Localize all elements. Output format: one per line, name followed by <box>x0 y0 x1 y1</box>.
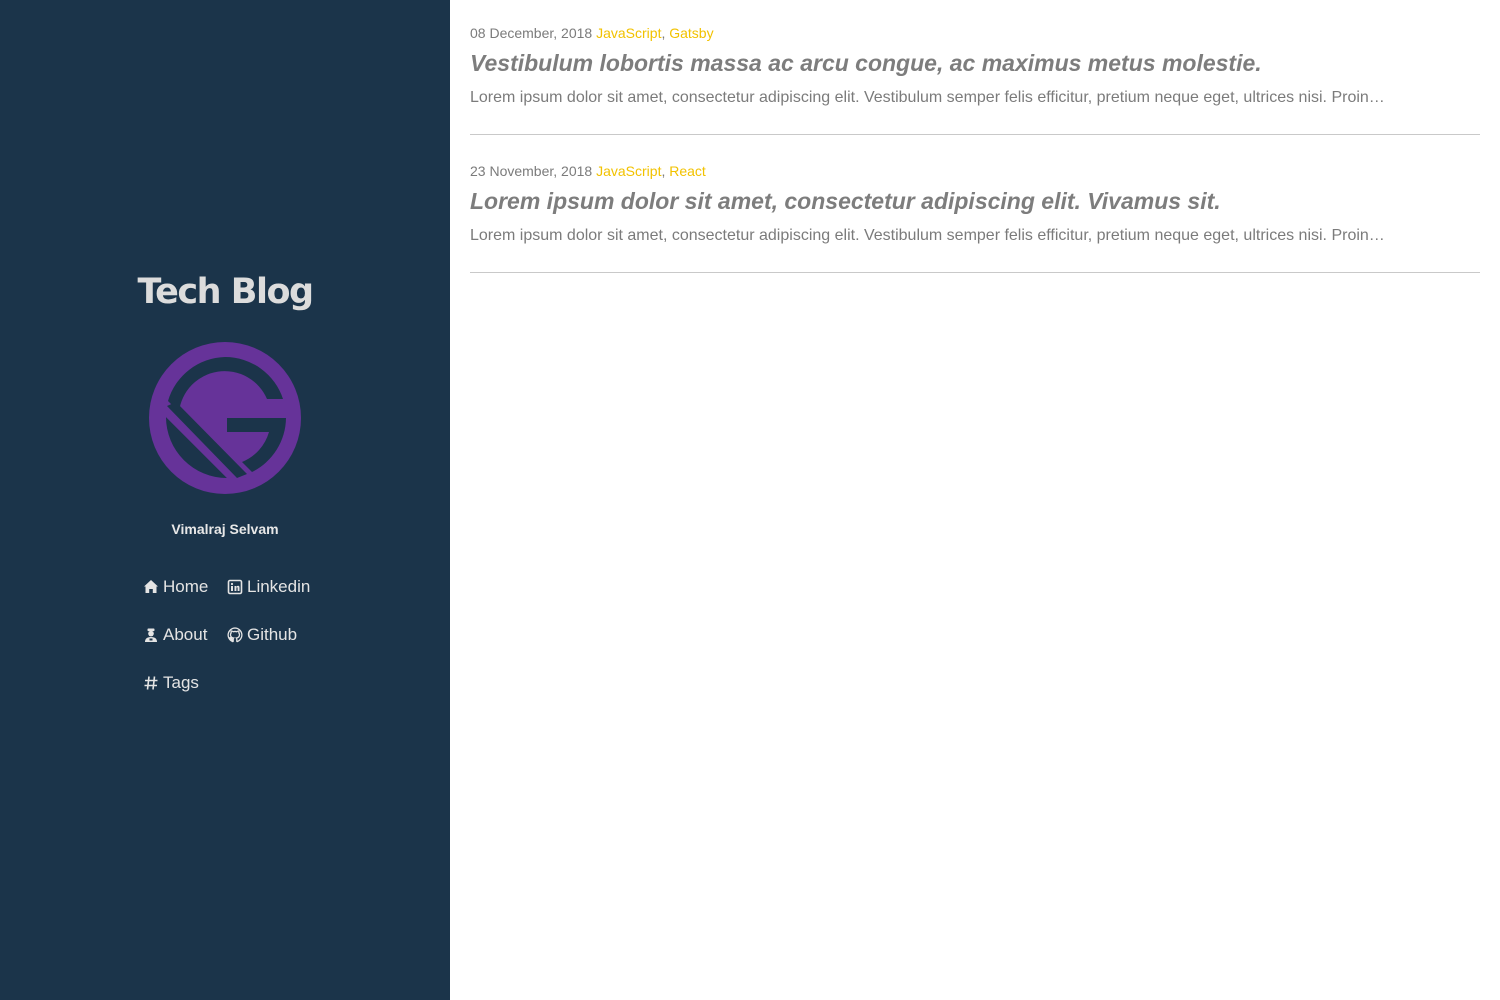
gatsby-logo[interactable] <box>149 342 301 494</box>
post-title[interactable]: Lorem ipsum dolor sit amet, consectetur … <box>470 188 1221 215</box>
nav-home[interactable]: Home <box>143 577 208 597</box>
nav-github-label: Github <box>247 625 298 644</box>
post-meta: 08 December, 2018 JavaScript, Gatsby <box>470 25 714 41</box>
post-tag[interactable]: Gatsby <box>669 25 713 41</box>
site-title[interactable]: Tech Blog <box>0 272 450 312</box>
tag-separator: , <box>661 25 666 41</box>
nav-github[interactable]: Github <box>227 625 297 645</box>
post-excerpt: Lorem ipsum dolor sit amet, consectetur … <box>470 227 1385 244</box>
sidebar: Tech Blog Vimalraj Selvam Home Linkedin <box>0 0 450 1000</box>
post-meta: 23 November, 2018 JavaScript, React <box>470 163 706 179</box>
author-name: Vimalraj Selvam <box>171 521 279 537</box>
nav-about-label: About <box>163 625 208 644</box>
post-date: 23 November, 2018 <box>470 163 593 179</box>
post-tag[interactable]: JavaScript <box>596 163 661 179</box>
github-icon <box>227 627 243 643</box>
nav-tags[interactable]: Tags <box>143 673 199 693</box>
post-tag[interactable]: React <box>669 163 706 179</box>
nav-home-label: Home <box>163 577 209 596</box>
post-excerpt: Lorem ipsum dolor sit amet, consectetur … <box>470 89 1385 106</box>
hash-icon <box>144 676 158 690</box>
post-date: 08 December, 2018 <box>470 25 593 41</box>
post-item: 08 December, 2018 JavaScript, Gatsby Ves… <box>470 0 1480 135</box>
nav-linkedin-label: Linkedin <box>247 577 311 596</box>
post-title[interactable]: Vestibulum lobortis massa ac arcu congue… <box>470 50 1262 77</box>
nav-linkedin[interactable]: Linkedin <box>227 577 310 597</box>
linkedin-icon <box>227 579 243 595</box>
user-icon <box>145 628 157 642</box>
post-tag[interactable]: JavaScript <box>596 25 661 41</box>
tag-separator: , <box>661 163 666 179</box>
home-icon <box>144 580 158 593</box>
post-item: 23 November, 2018 JavaScript, React Lore… <box>470 138 1480 273</box>
nav-about[interactable]: About <box>143 625 207 645</box>
nav-tags-label: Tags <box>163 673 199 692</box>
